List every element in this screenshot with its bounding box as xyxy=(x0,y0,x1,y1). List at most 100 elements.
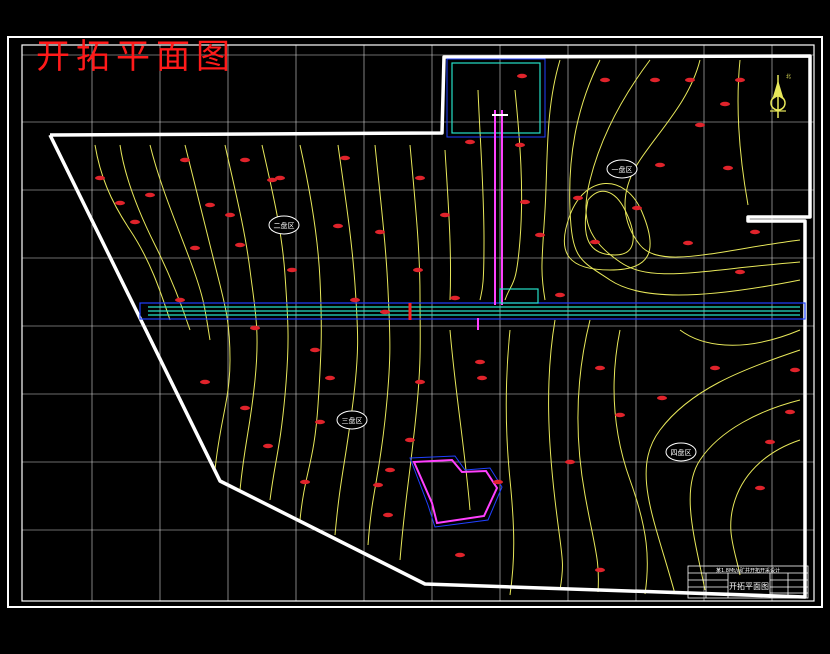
borehole-marker xyxy=(415,379,425,385)
shaft-bottom-yard xyxy=(499,288,539,304)
borehole-marker xyxy=(263,443,273,449)
mine-plan-drawing: 二盘区 一盘区 三盘区 四盘区 北 某1.8Mt/a矿井开拓开采设计 开拓平面图 xyxy=(7,36,823,608)
borehole-marker xyxy=(250,325,260,331)
borehole-marker xyxy=(573,195,583,201)
borehole-marker xyxy=(200,379,210,385)
borehole-marker xyxy=(350,297,360,303)
borehole-marker xyxy=(190,245,200,251)
svg-text:二盘区: 二盘区 xyxy=(274,221,295,230)
borehole-marker xyxy=(440,212,450,218)
borehole-marker xyxy=(340,155,350,161)
borehole-marker xyxy=(477,375,487,381)
borehole-marker xyxy=(475,359,485,365)
borehole-marker xyxy=(333,223,343,229)
borehole-marker xyxy=(710,365,720,371)
outer-frame xyxy=(7,36,823,608)
borehole-marker xyxy=(405,437,415,443)
protection-area-outline xyxy=(409,455,503,528)
borehole-marker xyxy=(723,165,733,171)
borehole-marker xyxy=(315,419,325,425)
contour-line xyxy=(577,319,599,593)
borehole-marker xyxy=(380,309,390,315)
borehole-marker xyxy=(655,162,665,168)
contour-line xyxy=(94,144,171,321)
borehole-marker xyxy=(455,552,465,558)
borehole-marker xyxy=(235,242,245,248)
borehole-marker xyxy=(175,297,185,303)
svg-text:一盘区: 一盘区 xyxy=(612,165,633,174)
borehole-marker xyxy=(240,405,250,411)
contour-line xyxy=(505,329,515,596)
cad-drawing-canvas: 二盘区 一盘区 三盘区 四盘区 北 某1.8Mt/a矿井开拓开采设计 开拓平面图… xyxy=(0,0,830,654)
borehole-marker xyxy=(600,77,610,83)
contour-line xyxy=(444,149,452,301)
protection-area xyxy=(412,458,499,525)
mine-field-boundary xyxy=(48,54,812,599)
zone-label: 三盘区 xyxy=(336,410,368,430)
borehole-marker xyxy=(493,479,503,485)
borehole-marker xyxy=(755,485,765,491)
contour-lines xyxy=(94,59,801,596)
svg-text:四盘区: 四盘区 xyxy=(671,448,692,457)
contour-line xyxy=(449,329,471,511)
north-arrow-icon: 北 xyxy=(770,73,791,118)
borehole-marker xyxy=(685,77,695,83)
contour-line xyxy=(224,144,258,491)
borehole-marker xyxy=(520,199,530,205)
contour-line xyxy=(399,144,421,561)
title-block-project: 某1.8Mt/a矿井开拓开采设计 xyxy=(716,567,780,574)
borehole-marker xyxy=(300,479,310,485)
contour-line xyxy=(624,59,801,258)
borehole-marker xyxy=(465,139,475,145)
borehole-marker xyxy=(373,482,383,488)
zone-label: 四盘区 xyxy=(665,442,697,462)
borehole-marker xyxy=(590,239,600,245)
borehole-marker xyxy=(765,439,775,445)
contour-line xyxy=(584,190,634,256)
borehole-marker xyxy=(115,200,125,206)
borehole-marker xyxy=(287,267,297,273)
contour-line xyxy=(477,89,485,301)
zone-label: 一盘区 xyxy=(606,159,638,179)
borehole-marker xyxy=(267,177,277,183)
borehole-marker xyxy=(555,292,565,298)
contour-line xyxy=(645,349,801,595)
borehole-marker xyxy=(595,365,605,371)
zone-label: 二盘区 xyxy=(268,215,300,235)
borehole-marker xyxy=(205,202,215,208)
borehole-marker xyxy=(735,77,745,83)
borehole-marker xyxy=(683,240,693,246)
title-block-drawing-name: 开拓平面图 xyxy=(729,581,769,591)
borehole-marker xyxy=(450,295,460,301)
borehole-marker xyxy=(615,412,625,418)
borehole-marker xyxy=(632,205,642,211)
borehole-marker xyxy=(565,459,575,465)
borehole-marker xyxy=(145,192,155,198)
borehole-marker xyxy=(310,347,320,353)
borehole-marker xyxy=(695,122,705,128)
svg-text:北: 北 xyxy=(786,73,791,80)
borehole-marker xyxy=(790,367,800,373)
contour-line xyxy=(334,144,359,536)
contour-line xyxy=(548,319,563,591)
borehole-marker xyxy=(385,467,395,473)
borehole-marker xyxy=(413,267,423,273)
borehole-marker xyxy=(720,101,730,107)
borehole-marker xyxy=(383,512,393,518)
borehole-marker xyxy=(517,73,527,79)
borehole-marker xyxy=(375,229,385,235)
borehole-marker xyxy=(785,409,795,415)
contour-line xyxy=(299,144,322,521)
borehole-marker xyxy=(650,77,660,83)
borehole-marker xyxy=(325,375,335,381)
borehole-marker xyxy=(240,157,250,163)
borehole-marker xyxy=(535,232,545,238)
borehole-marker xyxy=(750,229,760,235)
contour-line xyxy=(569,59,801,296)
contour-line xyxy=(679,329,801,346)
borehole-marker xyxy=(595,567,605,573)
contour-line xyxy=(689,399,801,591)
borehole-marker xyxy=(130,219,140,225)
contour-line xyxy=(504,89,523,301)
borehole-marker xyxy=(735,269,745,275)
